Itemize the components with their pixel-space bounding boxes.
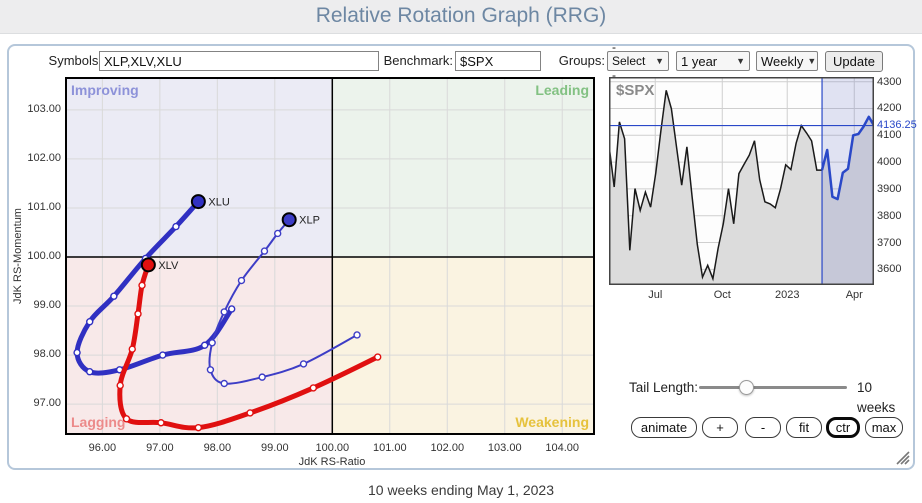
quadrant-label: Lagging	[71, 414, 125, 430]
groups-label: Groups:	[555, 51, 605, 71]
zoom-out-button[interactable]: -	[745, 417, 781, 438]
tail-length-label: Tail Length:	[629, 378, 698, 398]
quadrant-label: Leading	[535, 82, 589, 98]
frequency-select[interactable]: Weekly ▼	[756, 51, 818, 71]
axis-tick-label: 99.00	[253, 442, 297, 454]
title-bar: Relative Rotation Graph (RRG)	[0, 0, 922, 34]
chevron-down-icon: ▼	[736, 56, 745, 66]
symbol-label: XLP	[299, 215, 320, 227]
axis-tick-label: Jul	[637, 289, 673, 301]
symbols-input[interactable]	[99, 51, 379, 71]
period-select-value: 1 year	[681, 54, 717, 69]
marker-XLV	[142, 258, 155, 271]
axis-tick-label: 97.00	[138, 442, 182, 454]
groups-select-value: - Select -	[612, 40, 651, 82]
axis-tick-label: 100.00	[310, 442, 354, 454]
axis-tick-label: 103.00	[17, 103, 61, 115]
quadrant-label: Improving	[71, 82, 139, 98]
marker-XLU	[192, 195, 205, 208]
spx-chart[interactable]: $SPX	[609, 77, 874, 285]
axis-tick-label: 4300	[877, 76, 921, 88]
axis-tick-label: 102.00	[17, 152, 61, 164]
axis-tick-label: 102.00	[425, 442, 469, 454]
symbol-label: XLU	[208, 197, 229, 209]
spx-symbol-label: $SPX	[616, 82, 654, 99]
axis-tick-label: 99.00	[17, 299, 61, 311]
axis-tick-label: 104.00	[540, 442, 584, 454]
axis-tick-label: 3800	[877, 210, 921, 222]
axis-tick-label: 101.00	[368, 442, 412, 454]
symbols-label: Symbols:	[40, 51, 102, 71]
period-select[interactable]: 1 year ▼	[676, 51, 750, 71]
tail-length-slider-thumb[interactable]	[739, 380, 754, 395]
axis-tick-label: 4100	[877, 129, 921, 141]
chevron-down-icon: ▼	[655, 56, 664, 66]
axis-tick-label: 97.00	[17, 397, 61, 409]
rrg-x-axis-title: JdK RS-Ratio	[232, 456, 432, 468]
axis-tick-label: Oct	[704, 289, 740, 301]
axis-tick-label: 3700	[877, 237, 921, 249]
benchmark-label: Benchmark:	[383, 51, 453, 71]
axis-tick-label: 3600	[877, 263, 921, 275]
update-button[interactable]: Update	[825, 51, 883, 72]
marker-XLP	[283, 213, 296, 226]
max-button[interactable]: max	[865, 417, 903, 438]
axis-tick-label: 96.00	[80, 442, 124, 454]
axis-tick-label: 103.00	[483, 442, 527, 454]
ctr-button[interactable]: ctr	[826, 417, 860, 438]
animate-button[interactable]: animate	[631, 417, 697, 438]
quadrant-label: Weakening	[515, 414, 589, 430]
axis-tick-label: Apr	[836, 289, 872, 301]
symbol-label: XLV	[158, 260, 179, 272]
axis-tick-label: 98.00	[17, 348, 61, 360]
frequency-select-value: Weekly	[761, 54, 803, 69]
axis-tick-label: 101.00	[17, 201, 61, 213]
axis-tick-label: 4136.25	[877, 119, 922, 131]
tail-length-value: 10 weeks	[857, 378, 913, 418]
benchmark-input[interactable]	[455, 51, 541, 71]
chevron-down-icon: ▼	[807, 56, 816, 66]
zoom-in-button[interactable]: +	[702, 417, 738, 438]
axis-tick-label: 4200	[877, 102, 921, 114]
tail-length-slider-track[interactable]	[699, 386, 847, 389]
axis-tick-label: 98.00	[195, 442, 239, 454]
rrg-chart[interactable]: Improving Leading Lagging Weakening XLU XLP XL…	[65, 77, 595, 435]
axis-tick-label: 100.00	[17, 250, 61, 262]
groups-select[interactable]: - Select - ▼	[607, 51, 669, 71]
footer-caption: 10 weeks ending May 1, 2023	[0, 482, 922, 498]
resize-handle-icon[interactable]	[893, 448, 911, 466]
fit-button[interactable]: fit	[786, 417, 822, 438]
axis-tick-label: 4000	[877, 156, 921, 168]
rrg-widget: Symbols: Benchmark: Groups: - Select - ▼…	[7, 44, 915, 470]
axis-tick-label: 2023	[769, 289, 805, 301]
page-title: Relative Rotation Graph (RRG)	[0, 0, 922, 32]
axis-tick-label: 3900	[877, 183, 921, 195]
